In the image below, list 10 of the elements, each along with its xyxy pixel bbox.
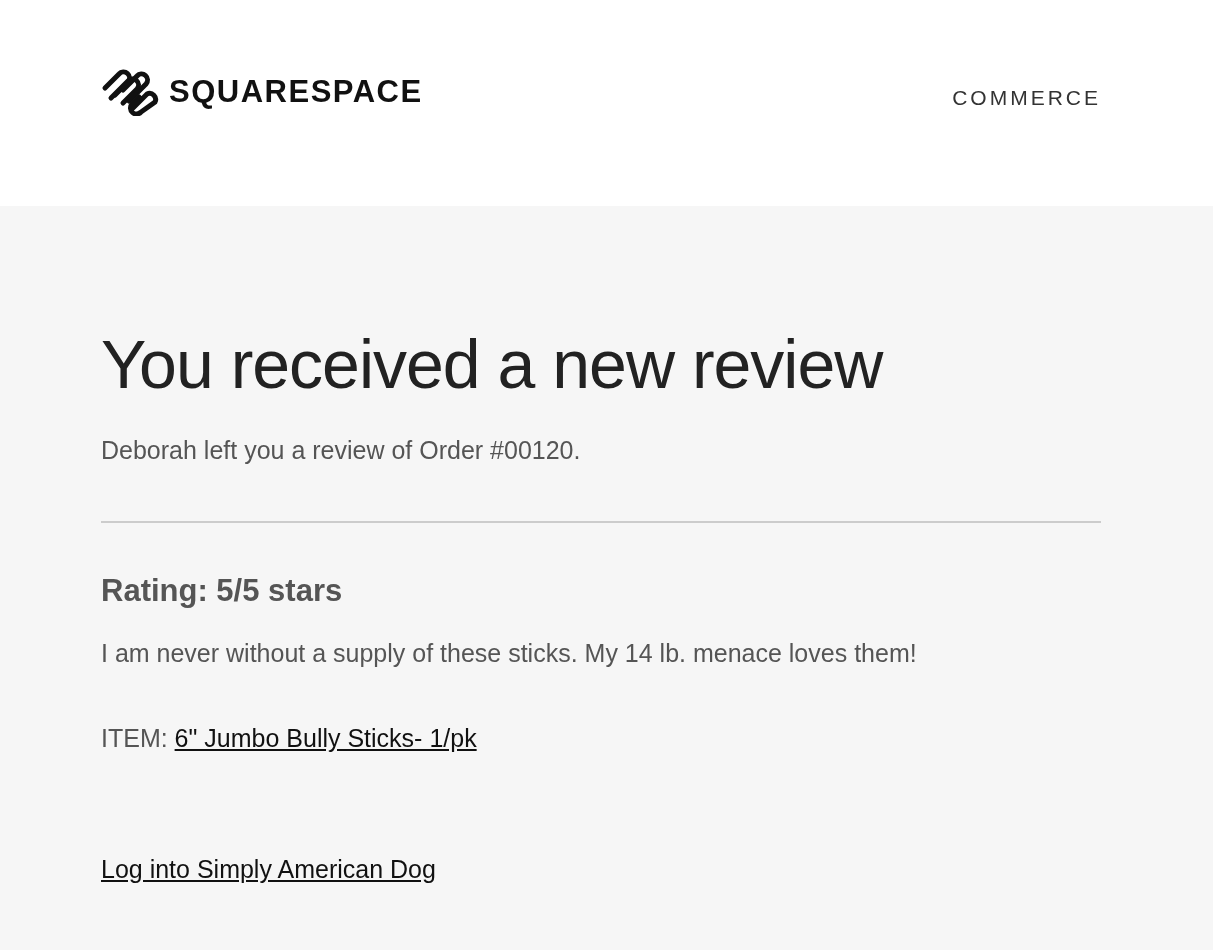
brand-name: SQUARESPACE — [169, 74, 423, 110]
rating-heading: Rating: 5/5 stars — [101, 572, 344, 609]
nav-link[interactable]: COMMERCE — [952, 86, 1101, 110]
page-title: You received a new review — [101, 325, 885, 404]
logo-icon — [101, 68, 159, 116]
item-line: ITEM: 6" Jumbo Bully Sticks- 1/pk — [101, 723, 478, 753]
item-link[interactable]: 6" Jumbo Bully Sticks- 1/pk — [174, 723, 477, 752]
intro-text: Deborah left you a review of Order #00120. — [101, 435, 582, 465]
login-link[interactable]: Log into Simply American Dog — [101, 854, 436, 884]
review-text: I am never without a supply of these sticks. My 14 lb. menace loves them! — [101, 638, 918, 668]
